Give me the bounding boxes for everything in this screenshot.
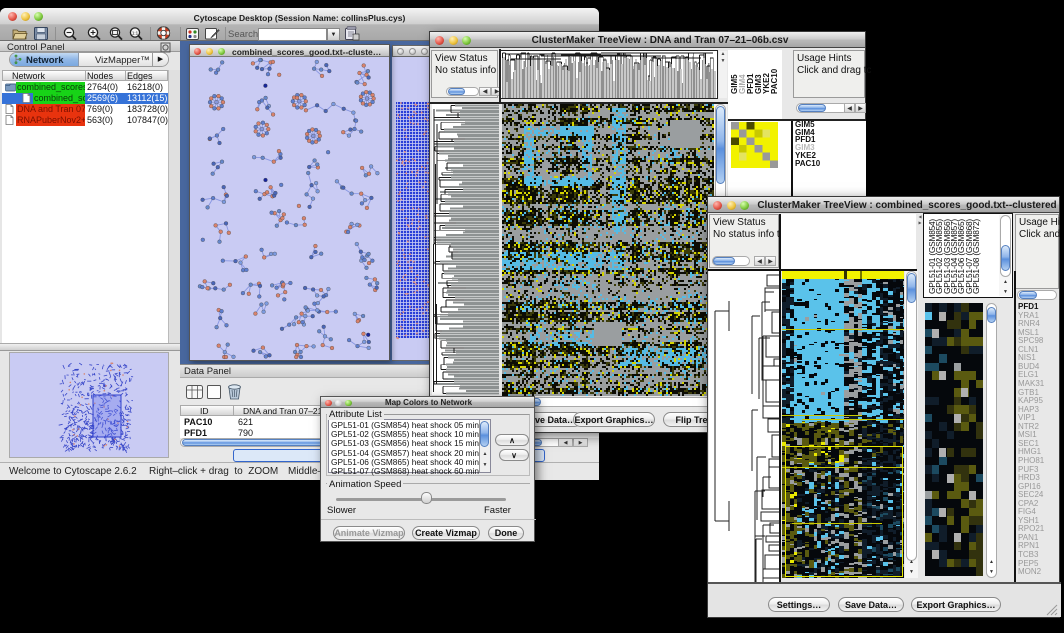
svg-text:1:1: 1:1 bbox=[132, 30, 139, 35]
